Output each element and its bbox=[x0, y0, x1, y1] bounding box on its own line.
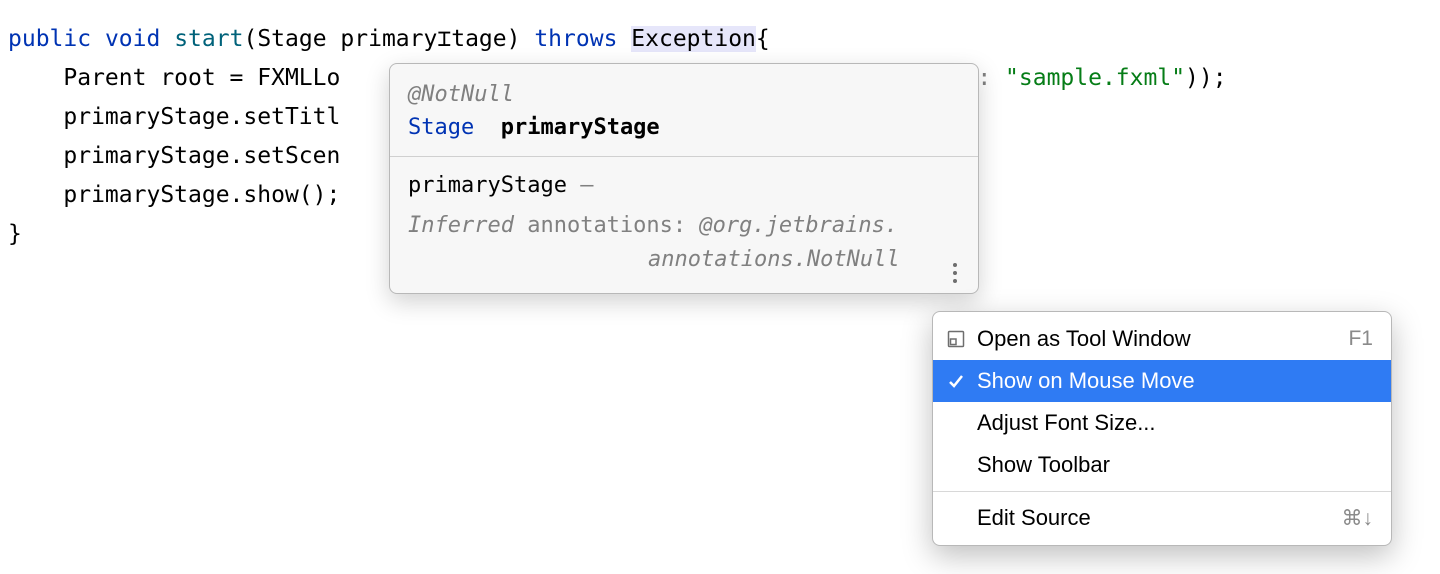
menu-label: Adjust Font Size... bbox=[977, 410, 1373, 436]
space bbox=[327, 26, 341, 52]
doc-body: primaryStage – Inferred annotations: @or… bbox=[390, 157, 978, 293]
paren-close: ) bbox=[507, 26, 521, 52]
menu-label: Show Toolbar bbox=[977, 452, 1373, 478]
doc-header: @NotNull Stage primaryStage bbox=[390, 64, 978, 157]
menu-item-edit-source[interactable]: Edit Source ⌘↓ bbox=[933, 497, 1391, 539]
code-line-3: primaryStage.setTitl bbox=[8, 104, 340, 130]
highlighted-exception: Exception bbox=[631, 26, 756, 52]
menu-shortcut: F1 bbox=[1348, 327, 1373, 351]
code-line-6: } bbox=[8, 221, 22, 247]
menu-label: Open as Tool Window bbox=[977, 326, 1338, 352]
empty-icon bbox=[945, 412, 967, 434]
param-tage: tage bbox=[451, 26, 506, 52]
text-cursor-icon: ⌶ bbox=[437, 26, 451, 52]
tool-window-icon bbox=[945, 328, 967, 350]
code-line-5: primaryStage.show(); bbox=[8, 182, 340, 208]
code-line-2-pre: Parent root = FXMLLo bbox=[8, 65, 340, 91]
menu-label: Edit Source bbox=[977, 505, 1332, 531]
code-line-4: primaryStage.setScen bbox=[8, 143, 340, 169]
param-label: : bbox=[977, 65, 1005, 91]
doc-annotations-label: annotations: bbox=[514, 213, 699, 238]
doc-full-annotation-1: @org.jetbrains. bbox=[699, 213, 898, 238]
doc-type: Stage bbox=[408, 115, 474, 140]
kebab-menu-icon[interactable] bbox=[946, 263, 964, 283]
code-line-2-end: )); bbox=[1185, 65, 1227, 91]
context-menu: Open as Tool Window F1 Show on Mouse Mov… bbox=[932, 311, 1392, 546]
string-literal: "sample.fxml" bbox=[1005, 65, 1185, 91]
menu-item-show-toolbar[interactable]: Show Toolbar bbox=[933, 444, 1391, 486]
keyword-void: void bbox=[105, 26, 160, 52]
keyword-throws: throws bbox=[534, 26, 617, 52]
empty-icon bbox=[945, 454, 967, 476]
doc-inferred-label: Inferred bbox=[408, 213, 514, 238]
check-icon bbox=[945, 370, 967, 392]
paren-open: ( bbox=[243, 26, 257, 52]
menu-label: Show on Mouse Move bbox=[977, 368, 1373, 394]
method-name: start bbox=[174, 26, 243, 52]
doc-name: primaryStage bbox=[408, 173, 567, 198]
keyword-public: public bbox=[8, 26, 91, 52]
menu-separator bbox=[933, 491, 1391, 492]
param-primary: primary bbox=[340, 26, 437, 52]
documentation-popup: @NotNull Stage primaryStage primaryStage… bbox=[389, 63, 979, 294]
menu-shortcut: ⌘↓ bbox=[1342, 506, 1374, 531]
menu-item-show-on-mouse-move[interactable]: Show on Mouse Move bbox=[933, 360, 1391, 402]
type-stage: Stage bbox=[257, 26, 326, 52]
menu-item-open-tool-window[interactable]: Open as Tool Window F1 bbox=[933, 318, 1391, 360]
doc-full-annotation-2: annotations.NotNull bbox=[648, 247, 900, 272]
doc-param-name: primaryStage bbox=[501, 115, 660, 140]
doc-annotation: @NotNull bbox=[408, 82, 514, 107]
menu-item-adjust-font-size[interactable]: Adjust Font Size... bbox=[933, 402, 1391, 444]
empty-icon bbox=[945, 507, 967, 529]
brace-open: { bbox=[756, 26, 770, 52]
doc-dash: – bbox=[567, 173, 594, 198]
